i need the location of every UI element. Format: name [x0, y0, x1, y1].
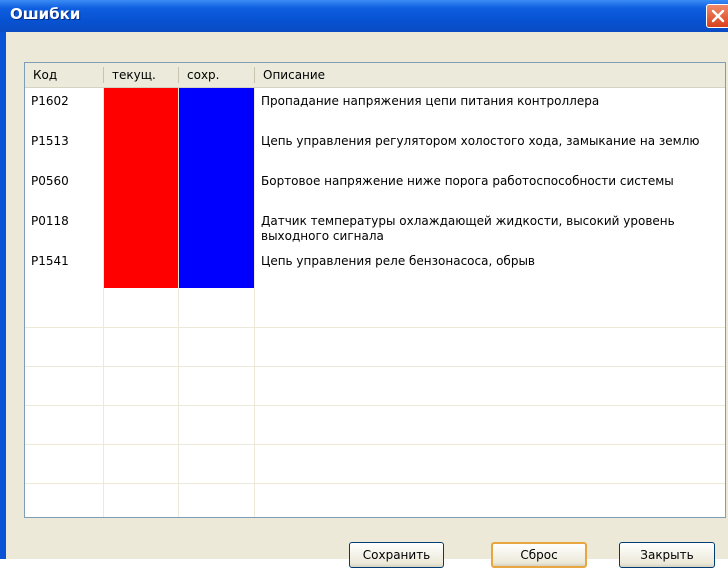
- error-code: P1541: [31, 254, 69, 268]
- table-row[interactable]: P1541 Цепь управления реле бензонасоса, …: [25, 248, 725, 288]
- error-description: Цепь управления реле бензонасоса, обрыв: [261, 254, 535, 268]
- saved-status-indicator: [179, 248, 254, 288]
- grid-line: [25, 366, 725, 367]
- current-status-indicator: [104, 168, 178, 208]
- error-code: P0118: [31, 214, 69, 228]
- current-status-indicator: [104, 128, 178, 168]
- column-header-saved[interactable]: сохр.: [179, 63, 254, 87]
- saved-status-indicator: [179, 88, 254, 128]
- saved-status-indicator: [179, 168, 254, 208]
- saved-status-indicator: [179, 128, 254, 168]
- error-description: Датчик температуры охлаждающей жидкости,…: [261, 214, 675, 243]
- table-row[interactable]: P1602 Пропадание напряжения цепи питания…: [25, 88, 725, 128]
- close-window-button[interactable]: [706, 4, 728, 28]
- save-button[interactable]: Сохранить: [349, 542, 444, 568]
- table-row[interactable]: P0560 Бортовое напряжение ниже порога ра…: [25, 168, 725, 208]
- error-code: P1513: [31, 134, 69, 148]
- window-title: Ошибки: [10, 5, 81, 23]
- grid-line: [25, 405, 725, 406]
- saved-status-indicator: [179, 208, 254, 248]
- column-header-description[interactable]: Описание: [255, 63, 725, 87]
- reset-button[interactable]: Сброс: [491, 542, 587, 568]
- error-description: Пропадание напряжения цепи питания контр…: [261, 94, 600, 108]
- error-code: P1602: [31, 94, 69, 108]
- error-list[interactable]: Код текущ. сохр. Описание P1602 Пропадан…: [24, 62, 726, 518]
- table-row[interactable]: P0118 Датчик температуры охлаждающей жид…: [25, 208, 725, 248]
- current-status-indicator: [104, 248, 178, 288]
- column-header-code[interactable]: Код: [25, 63, 103, 87]
- title-bar[interactable]: Ошибки: [0, 0, 728, 32]
- errors-dialog: Ошибки Код текущ. сохр. Описание P1602 П…: [0, 0, 728, 568]
- error-code: P0560: [31, 174, 69, 188]
- error-description: Цепь управления регулятором холостого хо…: [261, 134, 700, 148]
- column-header-current[interactable]: текущ.: [104, 63, 179, 87]
- grid-line: [25, 327, 725, 328]
- current-status-indicator: [104, 208, 178, 248]
- list-header: Код текущ. сохр. Описание: [25, 63, 725, 88]
- dialog-body: Код текущ. сохр. Описание P1602 Пропадан…: [6, 32, 728, 568]
- grid-line: [25, 444, 725, 445]
- close-button[interactable]: Закрыть: [619, 542, 715, 568]
- close-icon: [711, 9, 725, 23]
- grid-line: [25, 483, 725, 484]
- current-status-indicator: [104, 88, 178, 128]
- error-description: Бортовое напряжение ниже порога работосп…: [261, 174, 674, 188]
- table-row[interactable]: P1513 Цепь управления регулятором холост…: [25, 128, 725, 168]
